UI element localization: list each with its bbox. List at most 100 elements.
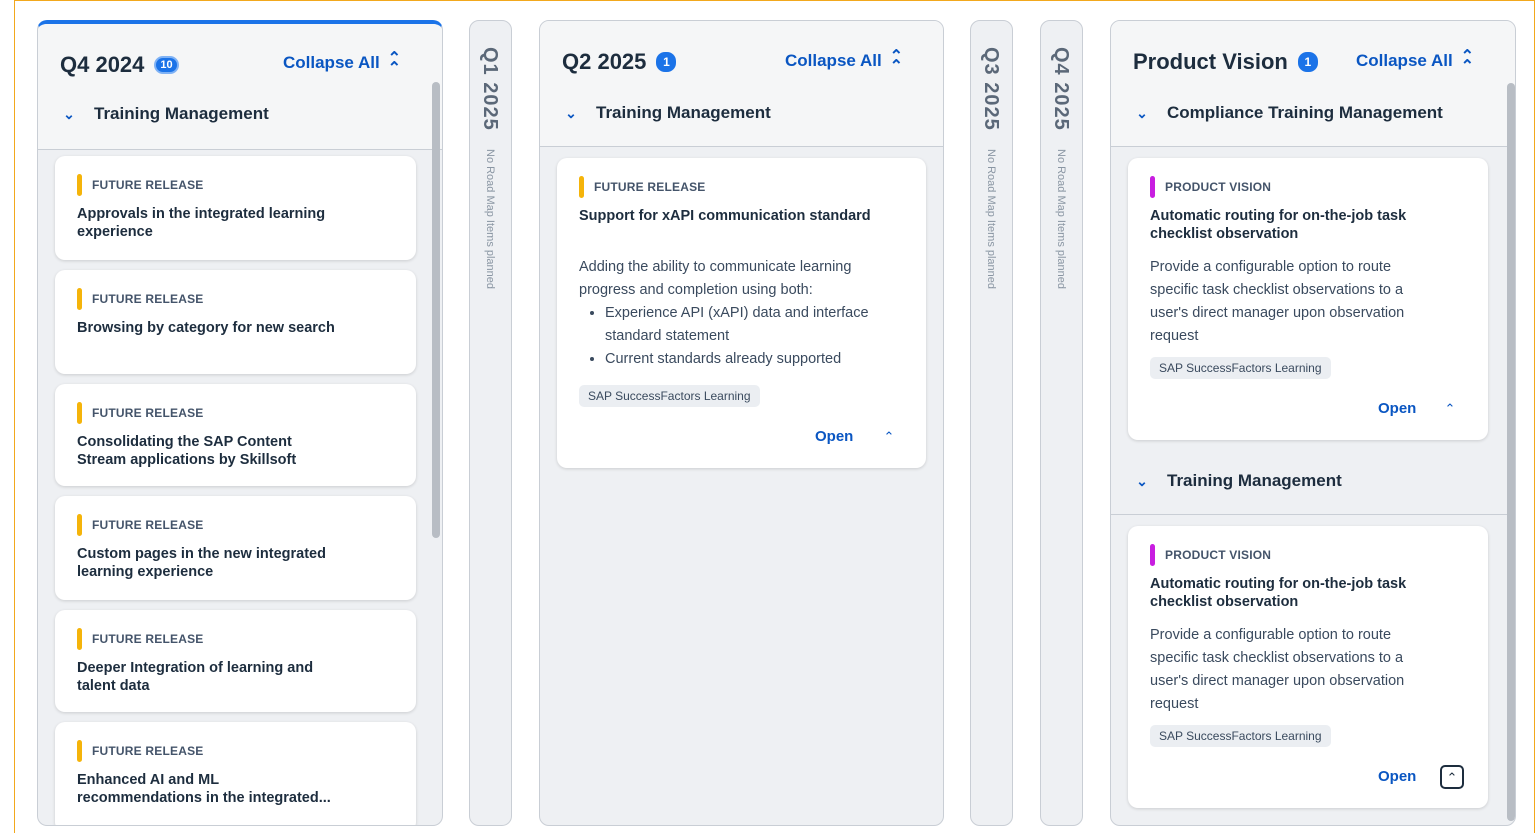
collapse-all-button[interactable]: Collapse All ⌃ ⌃ [283, 50, 402, 77]
card-title-line: Automatic routing for on-the-job task [1150, 208, 1407, 224]
future-release-marker [77, 740, 82, 762]
empty-column-note: No Road Map Items planned [484, 149, 496, 290]
count-badge: 10 [154, 56, 179, 74]
column-header: Q2 2025 1 Collapse All ⌃ ⌃ ⌄ Training Man… [540, 21, 943, 147]
column-scrollbar[interactable] [1507, 83, 1515, 821]
release-tag: FUTURE RELEASE [77, 514, 203, 536]
group-label: Training Management [94, 104, 269, 123]
description-line: Provide a configurable option to route [1150, 259, 1392, 275]
description-line: user's direct manager upon observation [1150, 673, 1405, 689]
roadmap-card[interactable]: FUTURE RELEASE Browsing by category for … [55, 270, 416, 374]
tag-label: FUTURE RELEASE [92, 292, 204, 306]
roadmap-card[interactable]: PRODUCT VISION Automatic routing for on-… [1128, 526, 1488, 808]
column-q3-2025-collapsed[interactable]: Q3 2025 No Road Map Items planned [970, 20, 1013, 826]
column-q1-2025-collapsed[interactable]: Q1 2025 No Road Map Items planned [469, 20, 512, 826]
tag-label: FUTURE RELEASE [92, 518, 204, 532]
column-q4-2025-collapsed[interactable]: Q4 2025 No Road Map Items planned [1040, 20, 1083, 826]
description-line: progress and completion using both: [579, 282, 813, 298]
column-title-text: Product Vision [1133, 49, 1288, 74]
chevron-down-icon: ⌄ [63, 105, 75, 122]
group-header-compliance-training-management[interactable]: ⌄ Compliance Training Management [1133, 103, 1443, 123]
column-q4-2024: Q4 2024 10 Collapse All ⌃ ⌃ ⌄ Training Ma… [37, 20, 443, 826]
future-release-marker [77, 288, 82, 310]
column-title: Q1 2025 [479, 47, 501, 131]
chevron-down-icon: ⌄ [565, 104, 577, 121]
collapse-all-button[interactable]: Collapse All ⌃ ⌃ [785, 49, 903, 75]
description-line: request [1150, 328, 1199, 344]
bullet-line: Experience API (xAPI) data and interface [605, 305, 869, 321]
card-title-line: checklist observation [1150, 594, 1299, 610]
card-title: Support for xAPI communication standard [579, 208, 871, 224]
column-scrollbar[interactable] [432, 82, 440, 538]
future-release-marker [77, 514, 82, 536]
open-link[interactable]: Open [1378, 768, 1416, 785]
collapse-all-label: Collapse All [283, 53, 380, 72]
card-title: Consolidating the SAP Content Stream appl… [77, 433, 296, 469]
group-label: Training Management [1167, 471, 1342, 490]
card-title: Browsing by category for new search [77, 319, 335, 337]
open-link[interactable]: Open [1378, 400, 1416, 417]
release-tag: FUTURE RELEASE [77, 174, 203, 196]
chevron-down-icon: ⌄ [1136, 472, 1148, 489]
chevron-down-icon: ⌄ [1136, 104, 1148, 121]
open-link[interactable]: Open [815, 428, 853, 445]
roadmap-card[interactable]: FUTURE RELEASE Custom pages in the new i… [55, 496, 416, 600]
column-title: Q2 2025 1 [562, 49, 677, 75]
card-title-line: recommendations in the integrated... [77, 790, 331, 806]
roadmap-card[interactable]: FUTURE RELEASE Enhanced AI and ML recomme… [55, 722, 416, 825]
roadmap-card[interactable]: FUTURE RELEASE Deeper Integration of lea… [55, 610, 416, 712]
release-tag: FUTURE RELEASE [77, 628, 203, 650]
vision-tag: PRODUCT VISION [1150, 544, 1271, 566]
card-title-line: Deeper Integration of learning and [77, 660, 314, 676]
product-chip: SAP SuccessFactors Learning [579, 385, 760, 407]
card-title-line: learning experience [77, 564, 214, 580]
column-title-text: Q4 2024 [60, 52, 145, 77]
group-header-training-management[interactable]: ⌄ Training Management [60, 104, 269, 124]
bullet-item: Current standards already supported [605, 348, 909, 371]
roadmap-card[interactable]: PRODUCT VISION Automatic routing for on-… [1128, 158, 1488, 440]
tag-label: FUTURE RELEASE [92, 632, 204, 646]
group-header-training-management[interactable]: ⌄ Training Management [562, 103, 771, 123]
release-tag: FUTURE RELEASE [77, 402, 203, 424]
column-title: Q3 2025 [980, 47, 1002, 131]
future-release-marker [579, 176, 584, 198]
tag-label: FUTURE RELEASE [92, 744, 204, 758]
empty-column-note: No Road Map Items planned [1055, 149, 1067, 290]
tag-label: FUTURE RELEASE [594, 180, 706, 194]
release-tag: FUTURE RELEASE [579, 176, 705, 198]
description-line: Provide a configurable option to route [1150, 627, 1392, 643]
card-title-line: experience [77, 224, 153, 240]
vision-tag: PRODUCT VISION [1150, 176, 1271, 198]
card-title-line: Approvals in the integrated learning [77, 206, 326, 222]
card-title: Automatic routing for on-the-job task che… [1150, 207, 1406, 243]
column-title: Q4 2025 [1050, 47, 1072, 131]
card-title-line: Browsing by category for new search [77, 320, 335, 336]
column-title-text: Q2 2025 [562, 49, 647, 74]
card-title: Deeper Integration of learning and talent… [77, 659, 313, 695]
count-badge: 1 [656, 52, 677, 72]
bullet-line: standard statement [605, 328, 730, 344]
chevron-up-icon[interactable]: ⌃ [1440, 765, 1464, 789]
tag-label: FUTURE RELEASE [92, 178, 204, 192]
roadmap-card[interactable]: FUTURE RELEASE Consolidating the SAP Con… [55, 384, 416, 486]
tag-label: PRODUCT VISION [1165, 548, 1272, 562]
card-description: Adding the ability to communicate learni… [579, 256, 909, 371]
chevron-up-icon[interactable]: ⌃ [1438, 398, 1462, 422]
tag-label: FUTURE RELEASE [92, 406, 204, 420]
count-badge: 1 [1297, 52, 1318, 72]
card-description: Provide a configurable option to route s… [1150, 256, 1404, 348]
future-release-marker [77, 174, 82, 196]
column-title: Q4 2024 10 [60, 52, 179, 78]
collapse-all-button[interactable]: Collapse All ⌃ ⌃ [1356, 48, 1475, 75]
chevron-up-icon[interactable]: ⌃ [877, 426, 901, 450]
card-title: Approvals in the integrated learning expe… [77, 205, 325, 241]
description-line: specific task checklist observations to … [1150, 282, 1404, 298]
card-title-line: talent data [77, 678, 150, 694]
card-title-line: Stream applications by Skillsoft [77, 452, 297, 468]
roadmap-card[interactable]: FUTURE RELEASE Approvals in the integrat… [55, 156, 416, 260]
roadmap-card[interactable]: FUTURE RELEASE Support for xAPI communic… [557, 158, 926, 468]
double-chevron-up-icon: ⌃ ⌃ [387, 50, 402, 77]
double-chevron-up-icon: ⌃ ⌃ [1460, 48, 1475, 75]
column-title: Product Vision 1 [1133, 49, 1318, 75]
group-header-training-management[interactable]: ⌄ Training Management [1133, 471, 1342, 491]
